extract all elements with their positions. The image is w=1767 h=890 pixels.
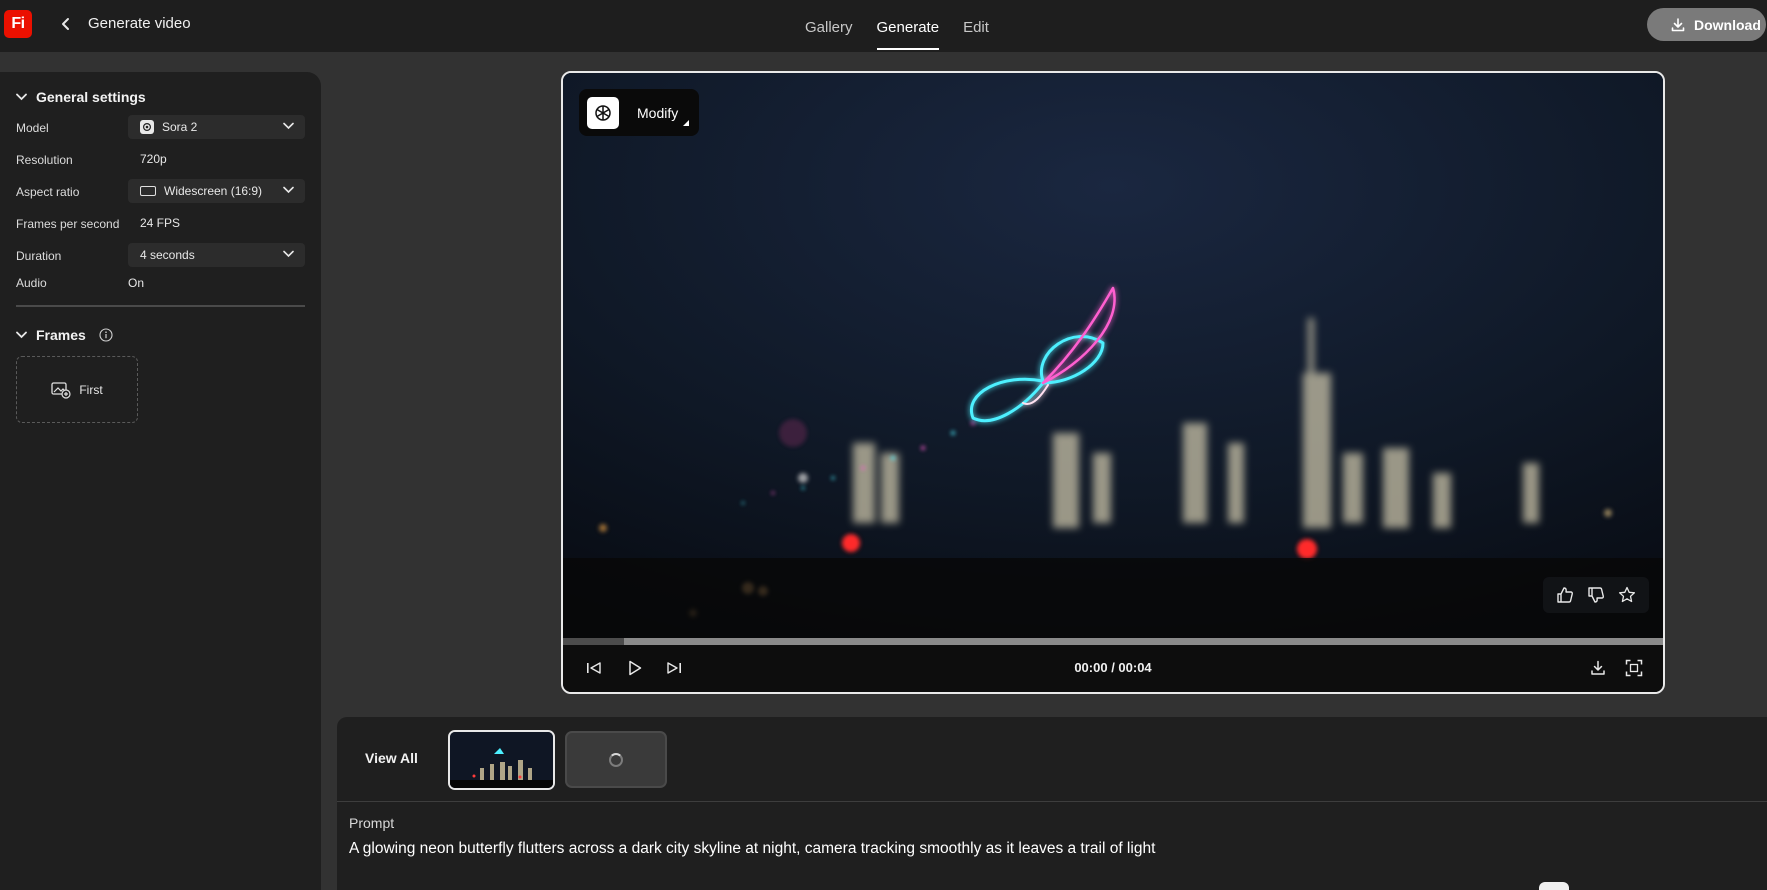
info-icon [99, 328, 113, 342]
chevron-down-icon [283, 122, 294, 130]
top-bar: Fi Generate video Gallery Generate Edit … [0, 0, 1767, 52]
audio-label: Audio [16, 276, 47, 290]
audio-value[interactable]: On [128, 276, 144, 290]
timecode: 00:00 / 00:04 [1074, 660, 1152, 675]
thumbs-down-icon[interactable] [1587, 586, 1605, 604]
duration-label: Duration [16, 249, 62, 263]
back-button[interactable] [56, 14, 76, 34]
aspect-ratio-value: Widescreen (16:9) [164, 184, 263, 198]
prompt-text[interactable]: A glowing neon butterfly flutters across… [349, 840, 1155, 858]
fullscreen-button[interactable] [1623, 657, 1645, 679]
corner-triangle-icon [683, 120, 689, 126]
download-label: Download [1694, 16, 1761, 33]
first-frame-label: First [79, 382, 103, 397]
aspect-ratio-label: Aspect ratio [16, 185, 80, 199]
main-tabs: Gallery Generate Edit [805, 0, 1013, 52]
model-label: Model [16, 121, 49, 135]
playback-controls: 00:00 / 00:04 [563, 645, 1663, 692]
tab-edit[interactable]: Edit [963, 0, 989, 52]
loading-spinner-icon [609, 752, 623, 767]
page-title: Generate video [88, 15, 191, 32]
download-button[interactable]: Download [1647, 8, 1766, 41]
frames-toggle[interactable]: Frames [16, 327, 113, 343]
view-all-link[interactable]: View All [365, 750, 418, 766]
modify-button[interactable]: Modify [579, 89, 699, 136]
progress-buffered [563, 638, 624, 645]
generation-thumbnail-loading[interactable] [565, 731, 667, 788]
download-icon [1591, 660, 1605, 675]
duration-select[interactable]: 4 seconds [128, 243, 305, 267]
generation-thumbnail[interactable] [448, 730, 555, 790]
fullscreen-icon [1625, 659, 1643, 677]
generations-panel: View All Prompt A glowing neon butterfly… [337, 717, 1767, 890]
tab-generate[interactable]: Generate [876, 0, 939, 52]
video-player[interactable]: Modify 00:00 / 00:04 [561, 71, 1665, 694]
chevron-down-icon [283, 250, 294, 258]
section-divider [16, 305, 305, 307]
model-value: Sora 2 [162, 120, 198, 134]
chevron-left-icon [62, 18, 69, 30]
fps-value: 24 FPS [140, 216, 181, 230]
duration-value: 4 seconds [140, 248, 195, 262]
aspect-ratio-select[interactable]: Widescreen (16:9) [128, 179, 305, 203]
video-frame [563, 73, 1663, 638]
general-settings-title: General settings [36, 89, 146, 105]
star-icon[interactable] [1618, 586, 1636, 604]
download-icon [1671, 17, 1685, 31]
first-frame-upload[interactable]: First [16, 356, 138, 423]
resolution-label: Resolution [16, 153, 73, 167]
general-settings-toggle[interactable]: General settings [16, 89, 146, 105]
app-logo[interactable]: Fi [4, 10, 32, 38]
floating-handle[interactable] [1539, 882, 1569, 890]
settings-sidebar: General settings Model Sora 2 Resolution… [0, 72, 321, 890]
chevron-down-icon [16, 331, 27, 339]
modify-label: Modify [637, 104, 679, 121]
download-video-button[interactable] [1587, 657, 1609, 679]
progress-bar[interactable] [563, 638, 1663, 645]
frames-title: Frames [36, 327, 86, 343]
thumbs-up-icon[interactable] [1556, 586, 1574, 604]
fps-label: Frames per second [16, 217, 120, 231]
panel-divider [337, 801, 1767, 802]
widescreen-icon [140, 186, 156, 196]
chevron-down-icon [283, 186, 294, 194]
openai-icon [587, 96, 619, 129]
rating-controls [1543, 577, 1649, 613]
tab-gallery[interactable]: Gallery [805, 0, 853, 52]
resolution-value: 720p [140, 152, 167, 166]
prompt-label: Prompt [349, 815, 395, 831]
model-select[interactable]: Sora 2 [128, 115, 305, 139]
openai-icon [140, 120, 154, 134]
add-image-icon [51, 381, 71, 399]
chevron-down-icon [16, 93, 27, 101]
